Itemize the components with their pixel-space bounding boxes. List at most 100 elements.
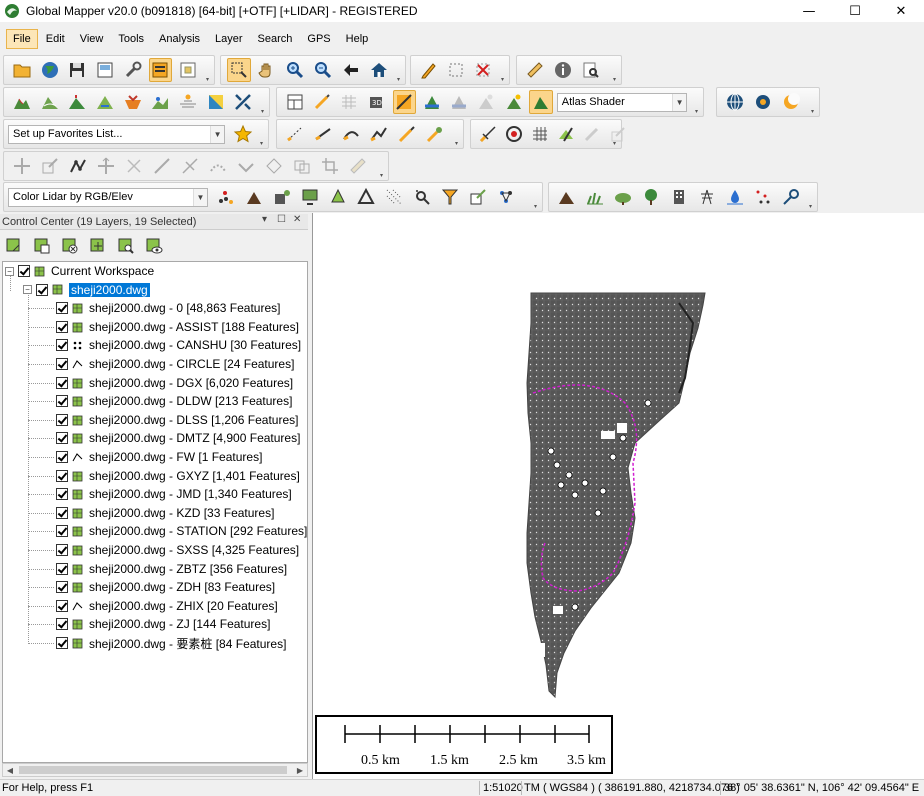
tree-row-layer[interactable]: sheji2000.dwg - DLDW [213 Features]: [56, 392, 292, 410]
digitize-dashed-line-icon[interactable]: [283, 122, 307, 146]
3d-path-icon[interactable]: [176, 90, 200, 114]
lidar-filter-icon[interactable]: [438, 185, 462, 209]
delete-icon[interactable]: [472, 58, 495, 82]
extract-building-icon[interactable]: [667, 185, 691, 209]
layer-checkbox[interactable]: [56, 525, 68, 537]
workspace-checkbox[interactable]: [18, 265, 30, 277]
extract-tree-icon[interactable]: [639, 185, 663, 209]
tree-row-file[interactable]: − sheji2000.dwg: [23, 281, 150, 299]
layer-checkbox[interactable]: [56, 395, 68, 407]
lidar-building-icon[interactable]: [242, 185, 266, 209]
lidar-tree-icon[interactable]: [326, 185, 350, 209]
cut-line-icon[interactable]: [178, 154, 202, 178]
show-layer-icon[interactable]: [143, 235, 165, 257]
tree-row-layer[interactable]: sheji2000.dwg - DMTZ [4,900 Features]: [56, 429, 300, 447]
tree-row-layer[interactable]: sheji2000.dwg - DGX [6,020 Features]: [56, 374, 293, 392]
open-layer-icon[interactable]: [3, 235, 25, 257]
tree-row-layer[interactable]: sheji2000.dwg - 要素桩 [84 Features]: [56, 634, 286, 652]
star-icon[interactable]: [231, 122, 254, 146]
menu-help[interactable]: Help: [339, 29, 376, 49]
terrain-icon[interactable]: [10, 90, 34, 114]
night-mode-icon[interactable]: [779, 90, 803, 114]
move-icon[interactable]: [94, 154, 118, 178]
area-edit-icon[interactable]: [555, 122, 577, 146]
color-map-icon[interactable]: [204, 90, 228, 114]
shader-select[interactable]: Atlas Shader ▼: [556, 92, 688, 112]
zoom-in-icon[interactable]: [283, 58, 307, 82]
3d-grid-icon[interactable]: [338, 90, 361, 114]
menu-search[interactable]: Search: [251, 29, 300, 49]
path-profile-icon[interactable]: [148, 90, 172, 114]
maximize-button[interactable]: ☐: [832, 0, 878, 22]
tree-row-layer[interactable]: sheji2000.dwg - ZJ [144 Features]: [56, 615, 270, 633]
scale-feature-icon[interactable]: [38, 154, 62, 178]
scrollbar-thumb[interactable]: [19, 766, 287, 774]
lidar-edit-icon[interactable]: [466, 185, 490, 209]
chevron-down-icon[interactable]: ▼: [672, 93, 687, 111]
config-gear-icon[interactable]: [751, 90, 775, 114]
toolbar-grip-icon[interactable]: ▾: [380, 173, 387, 179]
tree-row-layer[interactable]: sheji2000.dwg - ZHIX [20 Features]: [56, 597, 278, 615]
tree-row-layer[interactable]: sheji2000.dwg - CIRCLE [24 Features]: [56, 355, 294, 373]
pin-icon[interactable]: ▾: [262, 214, 267, 225]
scroll-left-icon[interactable]: ◀: [3, 764, 17, 776]
ruler-icon[interactable]: [523, 58, 547, 82]
smooth-icon[interactable]: [206, 154, 230, 178]
shader-toggle-icon[interactable]: [392, 90, 416, 114]
toolbar-grip-icon[interactable]: ▾: [613, 141, 620, 147]
lidar-color-select[interactable]: Color Lidar by RGB/Elev ▼: [8, 187, 208, 207]
sun-shade-disabled-icon[interactable]: [475, 90, 498, 114]
split-line-icon[interactable]: [150, 154, 174, 178]
toolbar-grip-icon[interactable]: ▾: [397, 77, 404, 83]
export-icon[interactable]: [93, 58, 117, 82]
layer-checkbox[interactable]: [56, 432, 68, 444]
pan-hand-icon[interactable]: [255, 58, 279, 82]
tree-row-workspace[interactable]: − Current Workspace: [5, 262, 154, 280]
extract-noise-icon[interactable]: [751, 185, 775, 209]
map-view[interactable]: 0.5 km 1.5 km 2.5 km 3.5 km: [312, 213, 924, 779]
ruler-disabled-icon[interactable]: [346, 154, 370, 178]
layer-checkbox[interactable]: [56, 377, 68, 389]
tree-row-layer[interactable]: sheji2000.dwg - JMD [1,340 Features]: [56, 485, 292, 503]
layer-checkbox[interactable]: [56, 339, 68, 351]
layer-checkbox[interactable]: [56, 302, 68, 314]
wrench-icon[interactable]: [121, 58, 145, 82]
target-icon[interactable]: [503, 122, 525, 146]
water-disabled-icon[interactable]: [447, 90, 470, 114]
info-icon[interactable]: [551, 58, 575, 82]
vertex-edit-icon[interactable]: [66, 154, 90, 178]
select-box-icon[interactable]: [444, 58, 467, 82]
toolbar-grip-icon[interactable]: ▾: [613, 77, 620, 83]
home-icon[interactable]: [367, 58, 391, 82]
layer-checkbox[interactable]: [56, 470, 68, 482]
lidar-classify-icon[interactable]: [270, 185, 294, 209]
tree-row-layer[interactable]: sheji2000.dwg - ASSIST [188 Features]: [56, 318, 299, 336]
close-layer-icon[interactable]: [59, 235, 81, 257]
lighting-icon[interactable]: [502, 90, 525, 114]
find-icon[interactable]: [579, 58, 603, 82]
lidar-triangle-icon[interactable]: [354, 185, 378, 209]
toolbar-grip-icon[interactable]: ▾: [809, 204, 816, 210]
digitize-line-icon[interactable]: [311, 122, 335, 146]
tree-row-layer[interactable]: sheji2000.dwg - KZD [33 Features]: [56, 504, 274, 522]
float-panel-icon[interactable]: ☐: [277, 214, 286, 225]
layer-checkbox[interactable]: [56, 618, 68, 630]
pen-disabled-icon[interactable]: [581, 122, 603, 146]
view-shed-icon[interactable]: [65, 90, 89, 114]
tree-row-layer[interactable]: sheji2000.dwg - DLSS [1,206 Features]: [56, 411, 298, 429]
tree-row-layer[interactable]: sheji2000.dwg - GXYZ [1,401 Features]: [56, 467, 300, 485]
zoom-out-icon[interactable]: [311, 58, 335, 82]
layer-checkbox[interactable]: [56, 451, 68, 463]
lidar-points-icon[interactable]: [214, 185, 238, 209]
tree-row-layer[interactable]: sheji2000.dwg - ZBTZ [356 Features]: [56, 560, 287, 578]
layer-checkbox[interactable]: [56, 488, 68, 500]
crop-icon[interactable]: [318, 154, 342, 178]
digitize-arrow-icon[interactable]: [395, 122, 419, 146]
close-button[interactable]: ✕: [878, 0, 924, 22]
menu-file[interactable]: File: [6, 29, 38, 49]
draw-line-icon[interactable]: [310, 90, 333, 114]
globe-icon[interactable]: [38, 58, 62, 82]
layer-checkbox[interactable]: [56, 358, 68, 370]
extract-powerline-icon[interactable]: [695, 185, 719, 209]
minimize-button[interactable]: —: [786, 0, 832, 22]
